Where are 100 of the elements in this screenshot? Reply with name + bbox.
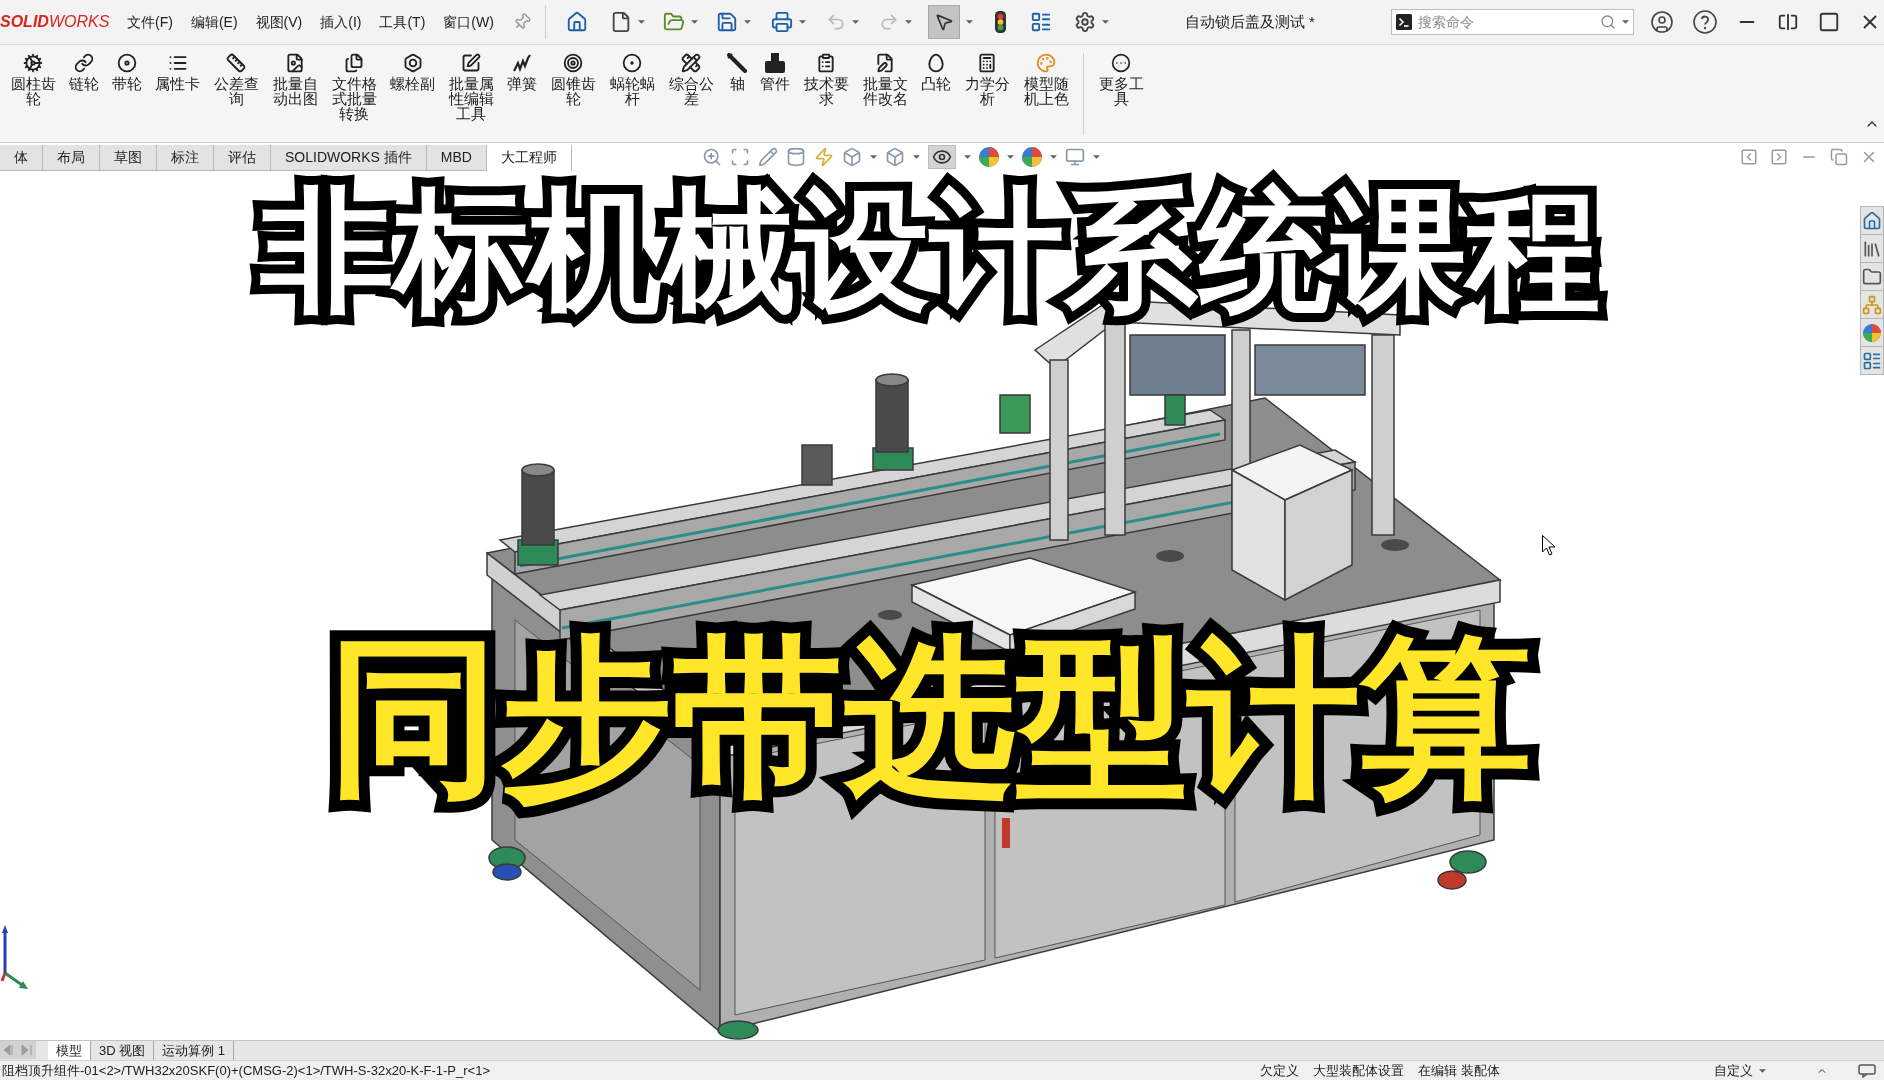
ribbon-tab[interactable]: 体 xyxy=(0,145,43,171)
spring-icon xyxy=(512,53,532,73)
eye-icon xyxy=(931,147,952,167)
command-button[interactable]: 圆柱齿轮 xyxy=(10,53,56,106)
task-pane-tab[interactable] xyxy=(1860,318,1884,347)
dropdown-caret-icon[interactable] xyxy=(1621,20,1629,24)
maximize-icon[interactable] xyxy=(1817,11,1840,33)
traffic-light-icon[interactable] xyxy=(994,11,1006,33)
command-button[interactable]: 蜗轮蜗杆 xyxy=(609,53,655,106)
open-folder-icon[interactable] xyxy=(662,11,685,33)
menu-item[interactable]: 编辑(E) xyxy=(181,7,247,37)
cylinder-icon[interactable] xyxy=(785,147,806,167)
monitor-icon[interactable] xyxy=(1064,147,1085,167)
restore-icon[interactable] xyxy=(1830,148,1848,166)
command-button[interactable]: 轴 xyxy=(727,53,747,91)
ribbon-tab[interactable]: 布局 xyxy=(43,145,100,171)
search-icon[interactable] xyxy=(1599,14,1616,30)
ribbon-tab[interactable]: MBD xyxy=(426,145,487,171)
square-chevron-right-icon[interactable] xyxy=(1770,148,1788,166)
ribbon-tab[interactable]: 草图 xyxy=(100,145,157,171)
command-button[interactable]: 管件 xyxy=(760,53,790,91)
image-file-icon xyxy=(285,53,305,73)
dropdown-caret-icon[interactable] xyxy=(637,20,645,24)
edit-icon xyxy=(461,53,481,73)
help-icon[interactable] xyxy=(1692,10,1717,34)
dropdown-caret-icon[interactable] xyxy=(904,20,912,24)
list-panel-icon[interactable] xyxy=(1029,11,1052,33)
command-button[interactable]: 属性卡 xyxy=(155,53,200,91)
document-title: 自动锁后盖及测试 * xyxy=(1183,11,1316,32)
color-ball-icon[interactable] xyxy=(978,147,999,167)
cube-icon[interactable] xyxy=(841,147,862,167)
command-button[interactable]: 技术要求 xyxy=(803,53,849,106)
dropdown-caret-icon[interactable] xyxy=(1759,1068,1766,1073)
pencil-icon[interactable] xyxy=(757,147,778,167)
scan-frame-icon[interactable] xyxy=(729,147,750,167)
target-icon xyxy=(563,53,583,73)
dropdown-caret-icon[interactable] xyxy=(743,20,751,24)
menu-item[interactable]: 文件(F) xyxy=(118,7,182,37)
sheet-tab[interactable]: 模型 xyxy=(48,1041,91,1060)
dropdown-caret-icon[interactable] xyxy=(798,20,806,24)
search-input[interactable]: 搜索命令 xyxy=(1417,11,1594,33)
ribbon-tab[interactable]: 标注 xyxy=(157,145,214,171)
command-button[interactable]: 圆锥齿轮 xyxy=(550,53,596,106)
hide-show-button[interactable] xyxy=(927,145,956,169)
command-button[interactable]: 更多工具 xyxy=(1098,53,1144,106)
command-button[interactable]: 凸轮 xyxy=(921,53,951,91)
command-button[interactable]: 链轮 xyxy=(69,53,99,91)
command-button[interactable]: 公差查询 xyxy=(213,53,259,106)
color-ball-icon[interactable] xyxy=(1021,147,1042,167)
hex-nut-icon xyxy=(402,53,423,73)
search-field[interactable]: 搜索命令 xyxy=(1390,9,1634,35)
clipboard-icon xyxy=(816,53,836,73)
dropdown-caret-icon[interactable] xyxy=(690,20,698,24)
square-chevron-left-icon[interactable] xyxy=(1740,148,1758,166)
dropdown-caret-icon[interactable] xyxy=(869,155,877,159)
select-tool-button[interactable] xyxy=(927,5,960,39)
status-item[interactable]: 自定义 xyxy=(1714,1060,1753,1080)
dropdown-caret-icon[interactable] xyxy=(1092,155,1100,159)
command-button[interactable]: 带轮 xyxy=(112,53,142,91)
command-button[interactable]: 批量属性编辑工具 xyxy=(448,53,494,121)
command-button[interactable]: 弹簧 xyxy=(507,53,537,91)
dropdown-caret-icon[interactable] xyxy=(1006,155,1014,159)
color-ball-icon[interactable] xyxy=(1863,323,1881,342)
split-view-icon[interactable] xyxy=(1776,11,1799,33)
status-path: 阻档顶升组件-01<2>/TWH32x20SKF(0)+(CMSG-2)<1>/TWH-S-32x20-K-F-1-P_r<1> xyxy=(1,1061,490,1080)
cube-icon[interactable] xyxy=(884,147,905,167)
pipe-fitting-icon xyxy=(765,53,785,73)
menu-item[interactable]: 窗口(W) xyxy=(434,7,503,37)
shaft-icon xyxy=(727,53,747,73)
menu-item[interactable]: 插入(I) xyxy=(311,7,371,37)
files-icon xyxy=(344,53,364,73)
command-button[interactable]: 力学分析 xyxy=(964,53,1010,106)
chat-bubble-icon[interactable] xyxy=(1858,1063,1876,1078)
command-button[interactable]: 批量自动出图 xyxy=(272,53,318,106)
dropdown-caret-icon[interactable] xyxy=(963,155,971,159)
command-button[interactable]: 文件格式批量转换 xyxy=(331,53,377,121)
command-button[interactable]: 模型随机上色 xyxy=(1023,53,1069,106)
more-icon xyxy=(1111,53,1131,73)
command-button[interactable]: 综合公差 xyxy=(668,53,714,106)
dropdown-caret-icon[interactable] xyxy=(1049,155,1057,159)
dropdown-caret-icon[interactable] xyxy=(851,20,859,24)
dropdown-caret-icon[interactable] xyxy=(912,155,920,159)
user-account-icon[interactable] xyxy=(1649,10,1674,34)
home-icon[interactable] xyxy=(565,11,588,33)
dropdown-caret-icon[interactable] xyxy=(965,20,973,24)
chain-link-icon xyxy=(74,53,94,73)
save-icon[interactable] xyxy=(715,11,738,33)
ribbon-tab[interactable]: SOLIDWORKS 插件 xyxy=(271,145,427,171)
print-icon[interactable] xyxy=(770,11,793,33)
circle-dot-icon xyxy=(622,53,642,73)
menu-item[interactable]: 工具(T) xyxy=(370,7,435,37)
ribbon-tab[interactable]: 评估 xyxy=(214,145,271,171)
dropdown-caret-icon[interactable] xyxy=(1101,20,1109,24)
command-button[interactable]: 螺栓副 xyxy=(390,53,435,91)
menu-item[interactable]: 视图(V) xyxy=(246,7,312,37)
command-button[interactable]: 批量文件改名 xyxy=(862,53,908,106)
status-item: 在编辑 装配体 xyxy=(1418,1061,1500,1080)
zoom-in-icon[interactable] xyxy=(701,147,722,167)
ruler-icon xyxy=(226,53,246,73)
settings-icon[interactable] xyxy=(1073,11,1096,33)
